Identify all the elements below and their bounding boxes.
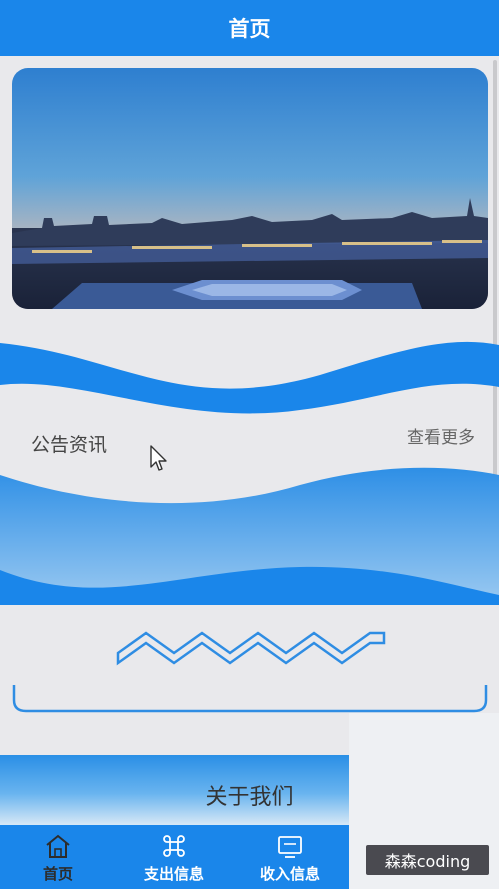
zigzag-decoration: [12, 631, 488, 713]
tab-label: 支出信息: [143, 865, 204, 883]
notice-title: 公告资讯: [31, 434, 108, 456]
top-header: 首页: [0, 0, 499, 56]
notice-section: 公告资讯 查看更多: [0, 335, 499, 605]
home-icon: [46, 834, 70, 858]
wave-decoration: [0, 341, 499, 605]
tab-expense[interactable]: 支出信息: [116, 825, 232, 889]
watermark: 森森coding: [366, 845, 489, 875]
mouse-cursor-icon: [150, 445, 167, 471]
tab-label: 首页: [42, 865, 73, 883]
city-skyline-image: [12, 68, 488, 309]
view-more-link[interactable]: 查看更多: [407, 423, 475, 448]
banner-image[interactable]: [12, 68, 488, 309]
tab-home[interactable]: 首页: [0, 825, 116, 889]
tab-income[interactable]: 收入信息: [232, 825, 348, 889]
page-title: 首页: [228, 17, 271, 41]
tab-label: 收入信息: [259, 865, 320, 883]
notice-list-card[interactable]: [12, 605, 488, 715]
command-icon: [163, 835, 185, 857]
monitor-icon: [278, 836, 302, 858]
